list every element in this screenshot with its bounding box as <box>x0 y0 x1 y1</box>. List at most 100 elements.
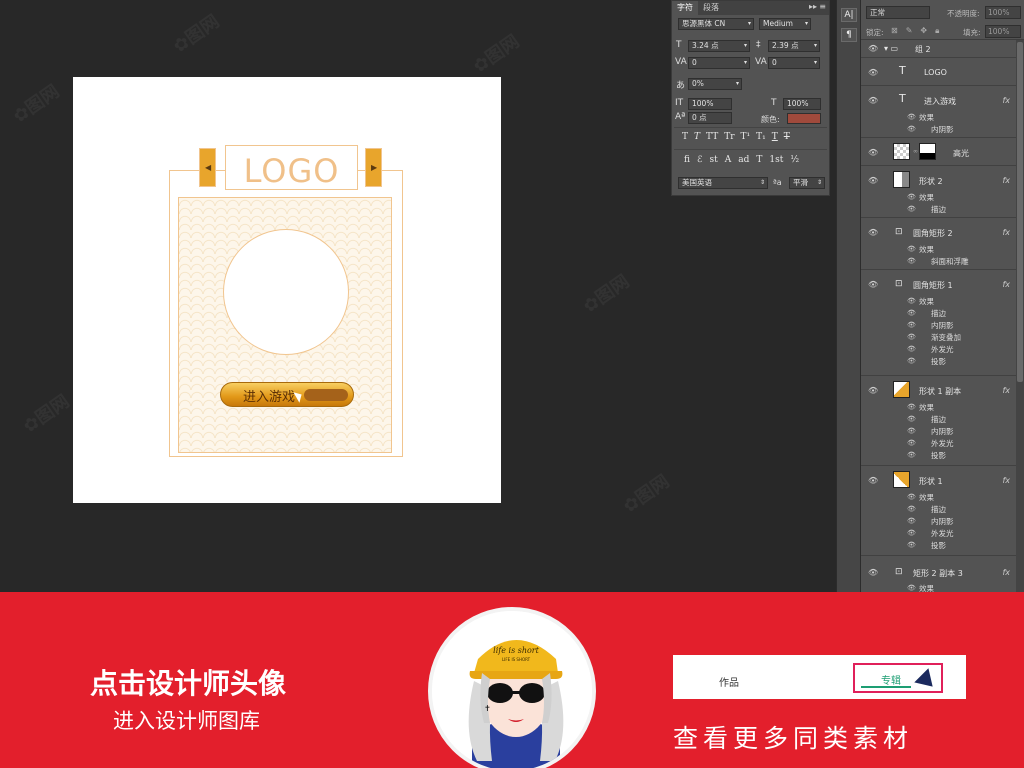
eye-icon[interactable]: 👁︎ <box>907 193 916 201</box>
eye-icon[interactable]: 👁︎ <box>907 321 916 329</box>
eye-icon[interactable]: 👁︎ <box>907 529 916 537</box>
eye-icon[interactable]: 👁︎ <box>868 476 878 485</box>
small-caps-button[interactable]: Tr <box>724 132 734 142</box>
eye-icon[interactable]: 👁︎ <box>907 541 916 549</box>
eye-icon[interactable]: 👁︎ <box>868 228 878 237</box>
tab-paragraph[interactable]: 段落 <box>698 1 724 15</box>
lock-all-icon[interactable]: 🔒︎ <box>935 26 939 36</box>
eye-icon[interactable]: 👁︎ <box>907 113 916 121</box>
strikethrough-button[interactable]: T <box>784 132 790 142</box>
contextual-alt-button[interactable]: ℰ <box>697 155 702 165</box>
all-caps-button[interactable]: TT <box>706 132 718 142</box>
panel-menu-icon[interactable]: ≡ <box>819 2 826 11</box>
eye-icon[interactable]: 👁︎ <box>868 68 878 77</box>
swash-button[interactable]: A <box>725 155 732 165</box>
layer-row-enter-game[interactable]: 👁︎ T 进入游戏 fx 👁︎ 效果 👁︎ 内阴影 <box>861 86 1016 138</box>
lock-position-icon[interactable]: ✥ <box>920 26 927 36</box>
horizontal-scale-field[interactable]: 100% <box>783 98 821 110</box>
opacity-field[interactable]: 100% <box>985 6 1021 19</box>
ligature-button[interactable]: fi <box>684 155 690 165</box>
fx-icon[interactable]: fx <box>1002 568 1010 577</box>
eye-icon[interactable]: 👁︎ <box>907 357 916 365</box>
eye-icon[interactable]: 👁︎ <box>868 96 878 105</box>
fx-icon[interactable]: fx <box>1002 476 1010 485</box>
eye-icon[interactable]: 👁︎ <box>907 427 916 435</box>
titling-alt-button[interactable]: T <box>756 155 762 165</box>
fx-icon[interactable]: fx <box>1002 280 1010 289</box>
font-size-field[interactable]: 3.24 点 ▾ <box>688 40 750 52</box>
tab-works[interactable]: 作品 <box>719 674 739 689</box>
font-style-select[interactable]: Medium ▾ <box>759 18 811 30</box>
eye-icon[interactable]: 👁︎ <box>907 415 916 423</box>
group-toggle-icon[interactable]: ▾ ▭ <box>884 44 898 53</box>
eye-icon[interactable]: 👁︎ <box>907 451 916 459</box>
layers-scrollbar[interactable] <box>1016 40 1024 592</box>
fill-field[interactable]: 100% <box>985 25 1021 38</box>
eye-icon[interactable]: 👁︎ <box>868 44 878 53</box>
paragraph-panel-button[interactable]: ¶ <box>841 28 857 42</box>
kerning-field[interactable]: 0 ▾ <box>688 57 750 69</box>
fx-icon[interactable]: fx <box>1002 228 1010 237</box>
eye-icon[interactable]: 👁︎ <box>907 345 916 353</box>
tab-character[interactable]: 字符 <box>672 1 698 15</box>
layer-row-rounded-rect-2[interactable]: 👁︎ ⊡ 圆角矩形 2 fx 👁︎ 效果 👁︎ 斜面和浮雕 <box>861 218 1016 270</box>
layer-row-rect-2-copy-3[interactable]: 👁︎ ⊡ 矩形 2 副本 3 fx 👁︎ 效果 <box>861 556 1016 592</box>
eye-icon[interactable]: 👁︎ <box>907 297 916 305</box>
text-color-swatch[interactable] <box>787 113 821 124</box>
more-materials-text[interactable]: 查看更多同类素材 <box>673 719 913 755</box>
eye-icon[interactable]: 👁︎ <box>868 148 878 157</box>
eye-icon[interactable]: 👁︎ <box>868 176 878 185</box>
subscript-button[interactable]: T₁ <box>756 132 766 142</box>
collapse-icon[interactable]: ▸▸ <box>809 2 817 11</box>
eye-icon[interactable]: 👁︎ <box>907 493 916 501</box>
scrollbar-thumb[interactable] <box>1017 42 1023 382</box>
font-family-select[interactable]: 思源黑体 CN ▾ <box>678 18 754 30</box>
stylistic-alt-button[interactable]: ad <box>738 155 749 165</box>
eye-icon[interactable]: 👁︎ <box>907 584 916 592</box>
eye-icon[interactable]: 👁︎ <box>907 439 916 447</box>
tsume-field[interactable]: 0% ▾ <box>688 78 742 90</box>
eye-icon[interactable]: 👁︎ <box>907 505 916 513</box>
eye-icon[interactable]: 👁︎ <box>868 386 878 395</box>
fx-icon[interactable]: fx <box>1002 176 1010 185</box>
faux-italic-button[interactable]: T <box>694 132 700 142</box>
ordinal-button[interactable]: 1st <box>769 155 783 165</box>
eye-icon[interactable]: 👁︎ <box>907 245 916 253</box>
language-select[interactable]: 美国英语 ⇕ <box>678 177 768 189</box>
eye-icon[interactable]: 👁︎ <box>907 125 916 133</box>
superscript-button[interactable]: T¹ <box>741 132 751 142</box>
eye-icon[interactable]: 👁︎ <box>907 333 916 341</box>
layer-row-highlight[interactable]: 👁︎ ∞ 高光 <box>861 138 1016 166</box>
fx-icon[interactable]: fx <box>1002 386 1010 395</box>
layer-row-shape-1[interactable]: 👁︎ 形状 1 fx 👁︎ 效果 👁︎ 描边 👁︎ 内阴影 👁︎ 外发光 👁︎ 投影 <box>861 466 1016 556</box>
designer-avatar[interactable]: life is short LIFE IS SHORT ✝ <box>428 607 596 768</box>
faux-bold-button[interactable]: T <box>682 132 688 142</box>
enter-game-button[interactable]: 进入游戏 <box>220 382 354 407</box>
layer-row-shape-1-copy[interactable]: 👁︎ 形状 1 副本 fx 👁︎ 效果 👁︎ 描边 👁︎ 内阴影 👁︎ 外发光 👁︎ 投影 <box>861 376 1016 466</box>
underline-button[interactable]: T <box>772 132 778 142</box>
layer-row-group[interactable]: 👁︎ ▾ ▭ 组 2 <box>861 40 1016 58</box>
tracking-field[interactable]: 0 ▾ <box>768 57 820 69</box>
character-panel-button[interactable]: A| <box>841 8 857 22</box>
discretionary-ligature-button[interactable]: st <box>709 155 717 165</box>
eye-icon[interactable]: 👁︎ <box>868 568 878 577</box>
layer-row-logo[interactable]: 👁︎ T LOGO <box>861 58 1016 86</box>
antialias-select[interactable]: 平滑 ⇕ <box>789 177 825 189</box>
fx-icon[interactable]: fx <box>1002 96 1010 105</box>
layer-row-rounded-rect-1[interactable]: 👁︎ ⊡ 圆角矩形 1 fx 👁︎ 效果 👁︎ 描边 👁︎ 内阴影 👁︎ 渐变叠加 👁︎… <box>861 270 1016 376</box>
eye-icon[interactable]: 👁︎ <box>907 403 916 411</box>
eye-icon[interactable]: 👁︎ <box>907 205 916 213</box>
document-canvas[interactable]: ◀ ▶ LOGO 进入游戏 <box>73 77 501 503</box>
baseline-shift-field[interactable]: 0 点 <box>688 112 732 124</box>
layer-row-shape-2[interactable]: 👁︎ 形状 2 fx 👁︎ 效果 👁︎ 描边 <box>861 166 1016 218</box>
blend-mode-select[interactable]: 正常 <box>866 6 930 19</box>
vertical-scale-field[interactable]: 100% <box>688 98 732 110</box>
lock-paint-icon[interactable]: ✎ <box>906 26 913 36</box>
leading-field[interactable]: 2.39 点 ▾ <box>768 40 820 52</box>
eye-icon[interactable]: 👁︎ <box>868 280 878 289</box>
eye-icon[interactable]: 👁︎ <box>907 257 916 265</box>
fraction-button[interactable]: ½ <box>790 155 799 165</box>
eye-icon[interactable]: 👁︎ <box>907 517 916 525</box>
lock-transparency-icon[interactable]: ⊠ <box>891 26 898 36</box>
eye-icon[interactable]: 👁︎ <box>907 309 916 317</box>
